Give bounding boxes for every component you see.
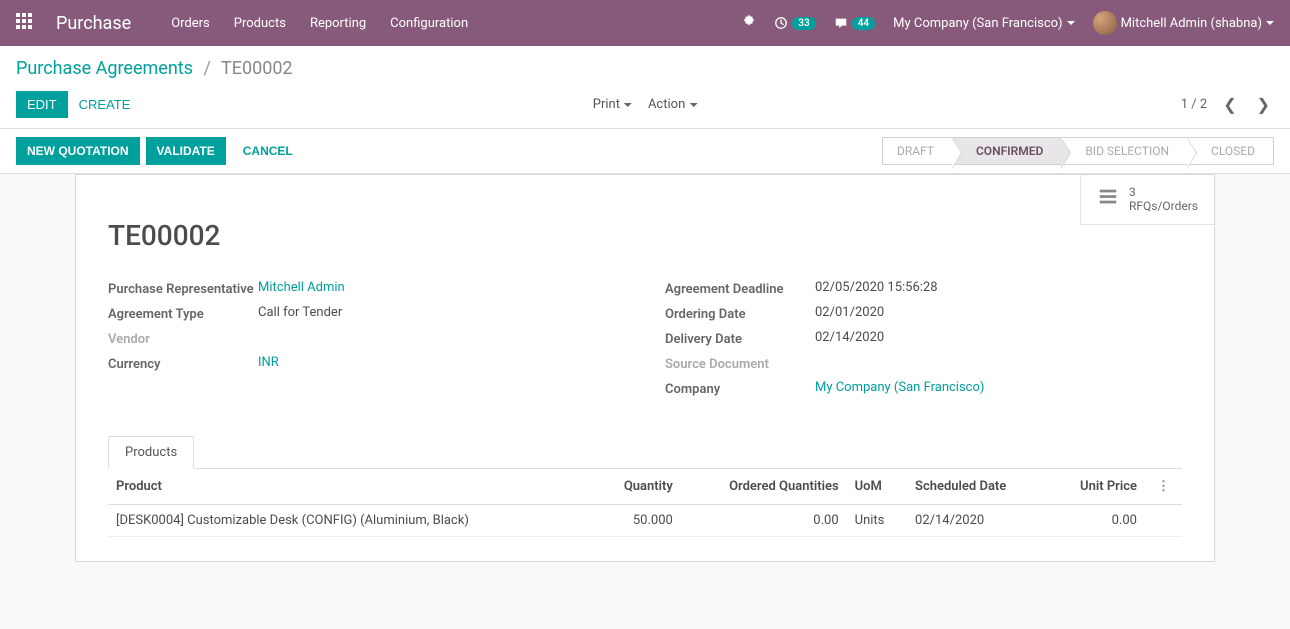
print-dropdown[interactable]: Print	[593, 97, 632, 112]
rep-value[interactable]: Mitchell Admin	[258, 280, 625, 297]
cell-uom: Units	[847, 505, 907, 537]
nav-reporting[interactable]: Reporting	[310, 16, 366, 31]
vendor-value	[258, 330, 625, 347]
agreement-type-label: Agreement Type	[108, 305, 258, 322]
activities-button[interactable]: 33	[774, 16, 815, 30]
nav-right: 33 44 My Company (San Francisco) Mitchel…	[742, 11, 1274, 35]
cell-scheduled: 02/14/2020	[907, 505, 1049, 537]
control-panel: Purchase Agreements / TE00002 EDIT CREAT…	[0, 46, 1290, 129]
chevron-down-icon	[1067, 21, 1075, 25]
create-button[interactable]: CREATE	[68, 91, 142, 118]
status-bar: NEW QUOTATION VALIDATE CANCEL DRAFT CONF…	[0, 129, 1290, 174]
rfq-orders-stat-button[interactable]: 3 RFQs/Orders	[1081, 175, 1214, 224]
currency-label: Currency	[108, 355, 258, 372]
edit-button[interactable]: EDIT	[16, 91, 68, 118]
nav-products[interactable]: Products	[234, 16, 286, 31]
breadcrumb: Purchase Agreements / TE00002	[16, 58, 1274, 79]
table-row[interactable]: [DESK0004] Customizable Desk (CONFIG) (A…	[108, 505, 1182, 537]
form-sheet: 3 RFQs/Orders TE00002 Purchase Represent…	[75, 174, 1215, 562]
form-col-right: Agreement Deadline 02/05/2020 15:56:28 O…	[665, 280, 1182, 405]
stat-count: 3	[1129, 185, 1198, 199]
form-col-left: Purchase Representative Mitchell Admin A…	[108, 280, 625, 405]
products-table: Product Quantity Ordered Quantities UoM …	[108, 469, 1182, 537]
activities-count: 33	[792, 17, 815, 30]
chevron-down-icon	[1266, 21, 1274, 25]
tabs: Products	[108, 435, 1182, 469]
ordering-date-label: Ordering Date	[665, 305, 815, 322]
pager-text: 1 / 2	[1181, 97, 1207, 112]
new-quotation-button[interactable]: NEW QUOTATION	[16, 137, 140, 165]
company-switcher[interactable]: My Company (San Francisco)	[893, 16, 1074, 31]
stat-label: RFQs/Orders	[1129, 199, 1198, 213]
nav-configuration[interactable]: Configuration	[390, 16, 468, 31]
source-doc-value	[815, 355, 1182, 372]
button-box: 3 RFQs/Orders	[1080, 175, 1214, 225]
status-confirmed[interactable]: CONFIRMED	[952, 137, 1061, 165]
chevron-down-icon	[624, 103, 632, 107]
th-uom[interactable]: UoM	[847, 469, 907, 505]
record-title: TE00002	[108, 219, 1182, 252]
company-label: Company	[665, 380, 815, 397]
delivery-date-label: Delivery Date	[665, 330, 815, 347]
nav-menu: Orders Products Reporting Configuration	[171, 16, 468, 31]
currency-value[interactable]: INR	[258, 355, 625, 372]
status-steps: DRAFT CONFIRMED BID SELECTION CLOSED	[882, 137, 1274, 165]
th-product[interactable]: Product	[108, 469, 595, 505]
user-name: Mitchell Admin (shabna)	[1121, 16, 1262, 31]
th-scheduled[interactable]: Scheduled Date	[907, 469, 1049, 505]
status-closed[interactable]: CLOSED	[1187, 137, 1274, 165]
table-header-row: Product Quantity Ordered Quantities UoM …	[108, 469, 1182, 505]
top-nav: Purchase Orders Products Reporting Confi…	[0, 0, 1290, 46]
delivery-date-value: 02/14/2020	[815, 330, 1182, 347]
deadline-value: 02/05/2020 15:56:28	[815, 280, 1182, 297]
pager-prev[interactable]: ❮	[1219, 95, 1240, 114]
messages-count: 44	[852, 17, 875, 30]
ordering-date-value: 02/01/2020	[815, 305, 1182, 322]
rep-label: Purchase Representative	[108, 280, 258, 297]
th-ordered[interactable]: Ordered Quantities	[681, 469, 847, 505]
cell-price: 0.00	[1049, 505, 1145, 537]
list-icon	[1097, 186, 1119, 212]
pager-next[interactable]: ❯	[1253, 95, 1274, 114]
sheet-background: 3 RFQs/Orders TE00002 Purchase Represent…	[0, 174, 1290, 592]
agreement-type-value: Call for Tender	[258, 305, 625, 322]
th-price[interactable]: Unit Price	[1049, 469, 1145, 505]
validate-button[interactable]: VALIDATE	[146, 137, 226, 165]
kebab-icon[interactable]: ⋮	[1153, 479, 1174, 494]
breadcrumb-current: TE00002	[221, 58, 293, 79]
print-label: Print	[593, 97, 620, 112]
status-draft[interactable]: DRAFT	[882, 137, 952, 165]
tab-products[interactable]: Products	[108, 436, 194, 469]
cell-quantity: 50.000	[595, 505, 681, 537]
apps-icon[interactable]	[16, 13, 36, 33]
debug-icon[interactable]	[742, 14, 756, 32]
cell-ordered: 0.00	[681, 505, 847, 537]
action-dropdown[interactable]: Action	[648, 97, 697, 112]
cancel-button[interactable]: CANCEL	[232, 137, 304, 165]
source-doc-label: Source Document	[665, 355, 815, 372]
chevron-down-icon	[689, 103, 697, 107]
vendor-label: Vendor	[108, 330, 258, 347]
form-grid: Purchase Representative Mitchell Admin A…	[108, 280, 1182, 405]
breadcrumb-sep: /	[203, 58, 210, 79]
th-quantity[interactable]: Quantity	[595, 469, 681, 505]
breadcrumb-parent[interactable]: Purchase Agreements	[16, 58, 193, 79]
nav-orders[interactable]: Orders	[171, 16, 210, 31]
status-bid-selection[interactable]: BID SELECTION	[1061, 137, 1187, 165]
app-brand[interactable]: Purchase	[56, 13, 131, 34]
cell-product: [DESK0004] Customizable Desk (CONFIG) (A…	[108, 505, 595, 537]
deadline-label: Agreement Deadline	[665, 280, 815, 297]
action-label: Action	[648, 97, 685, 112]
avatar	[1093, 11, 1117, 35]
company-value[interactable]: My Company (San Francisco)	[815, 380, 1182, 397]
messages-button[interactable]: 44	[834, 16, 875, 30]
user-menu[interactable]: Mitchell Admin (shabna)	[1093, 11, 1274, 35]
company-name: My Company (San Francisco)	[893, 16, 1062, 31]
